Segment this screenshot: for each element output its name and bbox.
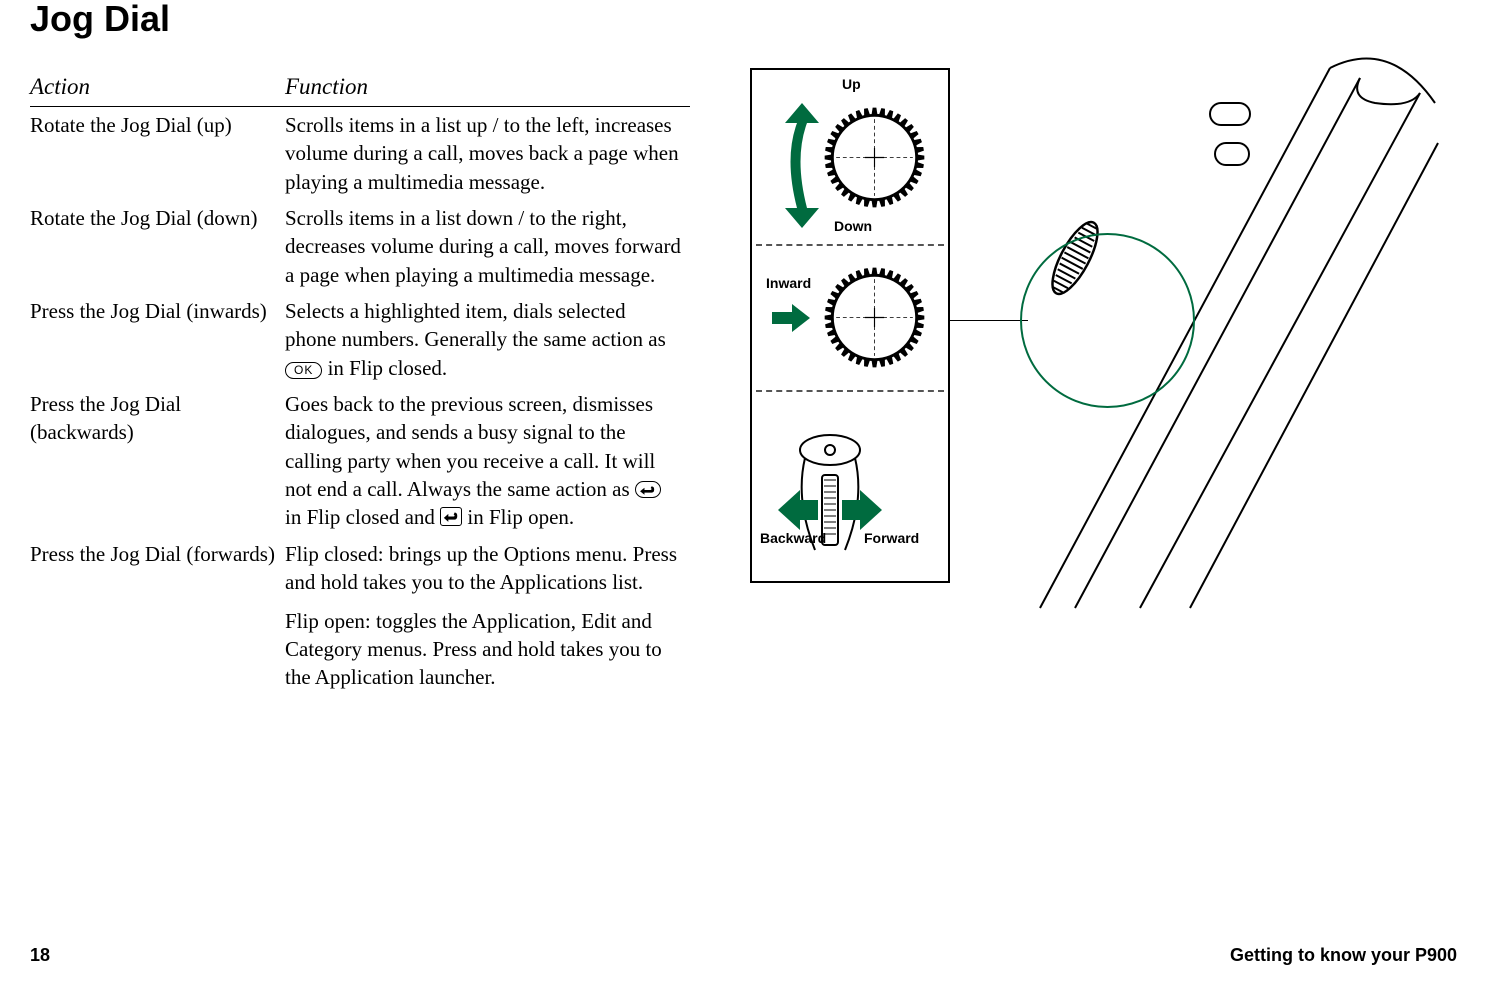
back-key-rounded-icon bbox=[635, 481, 661, 498]
fn-text: in Flip closed. bbox=[328, 356, 448, 380]
label-down: Down bbox=[834, 218, 872, 234]
action-cell: Press the Jog Dial (forwards) bbox=[30, 536, 285, 696]
gear-icon bbox=[817, 100, 932, 215]
function-cell: Scrolls items in a list down / to the ri… bbox=[285, 200, 690, 293]
callout-circle bbox=[1020, 233, 1195, 408]
label-up: Up bbox=[842, 76, 861, 92]
backforward-diagram-icon bbox=[760, 430, 944, 575]
table-row: Press the Jog Dial (forwards) Flip close… bbox=[30, 536, 690, 696]
fn-text: Flip open: toggles the Application, Edit… bbox=[285, 607, 682, 692]
fn-text: Flip closed: brings up the Options menu.… bbox=[285, 540, 682, 597]
fn-text: in Flip open. bbox=[467, 505, 574, 529]
fn-text: in Flip closed and bbox=[285, 505, 440, 529]
action-cell: Rotate the Jog Dial (down) bbox=[30, 200, 285, 293]
legend-divider bbox=[756, 390, 944, 392]
ok-key-icon: OK bbox=[285, 362, 322, 379]
function-cell: Flip closed: brings up the Options menu.… bbox=[285, 536, 690, 696]
gear-icon bbox=[817, 260, 932, 375]
jog-dial-diagram: Up Down Inward bbox=[750, 68, 1440, 628]
table-row: Press the Jog Dial (inwards) Selects a h… bbox=[30, 293, 690, 386]
table-row: Rotate the Jog Dial (down) Scrolls items… bbox=[30, 200, 690, 293]
page-number: 18 bbox=[30, 945, 50, 966]
function-cell: Selects a highlighted item, dials select… bbox=[285, 293, 690, 386]
action-cell: Press the Jog Dial (backwards) bbox=[30, 386, 285, 536]
col-action: Action bbox=[30, 68, 285, 107]
back-key-square-icon bbox=[440, 507, 462, 526]
table-row: Rotate the Jog Dial (up) Scrolls items i… bbox=[30, 107, 690, 201]
fn-text: Goes back to the previous screen, dismis… bbox=[285, 392, 655, 501]
footer-section-title: Getting to know your P900 bbox=[1230, 945, 1457, 966]
legend-divider bbox=[756, 244, 944, 246]
col-function: Function bbox=[285, 68, 690, 107]
fn-text: Selects a highlighted item, dials select… bbox=[285, 299, 666, 351]
table-row: Press the Jog Dial (backwards) Goes back… bbox=[30, 386, 690, 536]
function-cell: Scrolls items in a list up / to the left… bbox=[285, 107, 690, 201]
function-cell: Goes back to the previous screen, dismis… bbox=[285, 386, 690, 536]
label-forward: Forward bbox=[864, 530, 919, 546]
action-cell: Rotate the Jog Dial (up) bbox=[30, 107, 285, 201]
inward-arrow-icon bbox=[772, 304, 810, 332]
label-inward: Inward bbox=[766, 275, 811, 291]
action-cell: Press the Jog Dial (inwards) bbox=[30, 293, 285, 386]
jog-dial-table: Action Function Rotate the Jog Dial (up)… bbox=[30, 68, 690, 696]
label-backward: Backward bbox=[760, 530, 826, 546]
legend-box: Up Down Inward bbox=[750, 68, 950, 583]
page-title: Jog Dial bbox=[30, 0, 1457, 40]
